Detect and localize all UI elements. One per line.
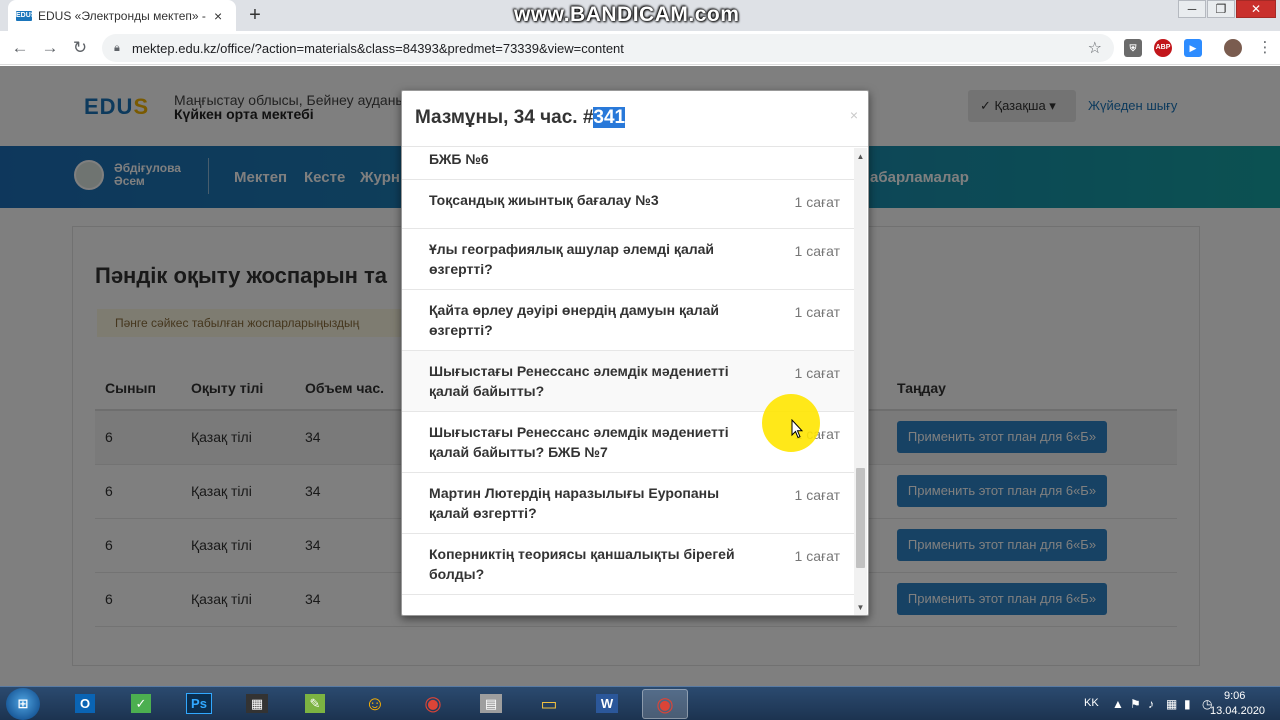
outlook-icon: O <box>74 694 96 713</box>
action-center-icon[interactable]: ⚑ <box>1130 697 1141 711</box>
browser-tabbar: EDUS EDUS «Электронды мектеп» - К × + ww… <box>0 0 1280 31</box>
modal-title: Мазмұны, 34 час. #341 <box>415 107 626 129</box>
lesson-title: Ұлы географиялық ашулар әлемді қалай өзг… <box>429 241 715 277</box>
modal-header: Мазмұны, 34 час. #341 × <box>402 91 868 147</box>
modal-title-selected: 341 <box>593 107 626 128</box>
list-item[interactable]: Мартин Лютердің наразылығы Еуропаны қала… <box>402 473 856 534</box>
lesson-title: Тоқсандық жиынтық бағалау №3 <box>429 192 659 208</box>
recording-watermark: www.BANDICAM.com <box>514 3 740 26</box>
list-item[interactable]: БЖБ №6 <box>402 148 856 180</box>
modal-title-text: Мазмұны, 34 час. # <box>415 107 594 128</box>
outlook-taskbar-icon[interactable]: O <box>62 689 108 719</box>
window-close-button[interactable]: ✕ <box>1236 0 1276 18</box>
reload-icon[interactable]: ↻ <box>69 37 91 59</box>
lesson-title: Мартин Лютердің наразылығы Еуропаны қала… <box>429 485 720 521</box>
modal-body: БЖБ №6 Тоқсандық жиынтық бағалау №3 1 са… <box>402 148 856 615</box>
adblock-extension-icon[interactable]: ABP <box>1154 39 1172 57</box>
network-icon[interactable]: ▦ <box>1166 697 1177 711</box>
word-taskbar-icon[interactable]: W <box>584 689 630 719</box>
maps-taskbar-icon[interactable]: ✓ <box>118 689 164 719</box>
scrollbar-thumb[interactable] <box>856 468 865 568</box>
edus-favicon-icon: EDUS <box>16 10 36 21</box>
lesson-hours: 1 сағат <box>794 304 840 320</box>
profile-avatar-icon[interactable] <box>1224 39 1242 57</box>
chrome-icon: ◉ <box>424 693 442 715</box>
scroll-up-icon[interactable]: ▲ <box>854 150 867 163</box>
content-modal: Мазмұны, 34 час. #341 × БЖБ №6 Тоқсандық… <box>401 90 869 616</box>
browser-toolbar: ← → ↻ 🔒︎ mektep.edu.kz/office/?action=ma… <box>0 31 1280 65</box>
lesson-title: Қайта өрлеу дәуірі өнердің дамуын қалай … <box>429 302 720 338</box>
mouse-cursor-icon <box>791 419 803 439</box>
clock-time[interactable]: 9:06 <box>1224 690 1245 702</box>
explorer-taskbar-icon[interactable]: ▭ <box>526 689 572 719</box>
menu-dots-icon[interactable]: ⋮ <box>1254 37 1276 59</box>
new-tab-button[interactable]: + <box>244 5 266 27</box>
url-text[interactable]: mektep.edu.kz/office/?action=materials&c… <box>132 41 624 56</box>
restore-button[interactable]: ❐ <box>1207 0 1235 18</box>
zoom-extension-icon[interactable]: ▶ <box>1184 39 1202 57</box>
emoji-taskbar-icon[interactable]: ☺ <box>352 689 398 719</box>
chrome-taskbar-icon[interactable]: ◉ <box>410 689 456 719</box>
list-item[interactable]: Коперниктің теориясы қаншалықты бірегей … <box>402 534 856 595</box>
calculator-taskbar-icon[interactable]: ▤ <box>468 689 514 719</box>
start-button[interactable]: ⊞ <box>6 688 40 720</box>
window-controls: ─ ❐ ✕ <box>1177 0 1276 18</box>
browser-tab[interactable]: EDUS EDUS «Электронды мектеп» - К × <box>8 0 236 31</box>
maps-icon: ✓ <box>130 694 152 713</box>
tab-close-icon[interactable]: × <box>214 8 222 24</box>
back-icon[interactable]: ← <box>9 37 31 59</box>
windows-taskbar: ⊞ O ✓ Ps ▦ ✎ ☺ ◉ ▤ ▭ W ◉ KK ▲ ⚑ ♪ ▦ ▮ ◷ … <box>0 686 1280 720</box>
tray-expand-icon[interactable]: ▲ <box>1112 697 1124 711</box>
windows-logo-icon: ⊞ <box>17 696 29 711</box>
screen: EDUS EDUS «Электронды мектеп» - К × + ww… <box>0 0 1280 720</box>
word-icon: W <box>595 694 619 713</box>
leaf-icon: ✎ <box>304 694 326 713</box>
photoshop-taskbar-icon[interactable]: Ps <box>176 689 222 719</box>
calculator-icon: ▤ <box>479 694 503 713</box>
lesson-title: БЖБ №6 <box>429 151 489 167</box>
shield-extension-icon[interactable]: ⛨ <box>1124 39 1142 57</box>
volume-icon[interactable]: ♪ <box>1148 697 1154 711</box>
film-icon: ▦ <box>245 694 269 713</box>
lock-icon: 🔒︎ <box>114 41 120 54</box>
forward-icon[interactable]: → <box>39 37 61 59</box>
lesson-title: Коперниктің теориясы қаншалықты бірегей … <box>429 546 735 582</box>
folder-icon: ▭ <box>540 694 558 714</box>
chrome-icon: ◉ <box>656 694 674 716</box>
modal-scrollbar[interactable]: ▲ ▼ <box>854 148 867 615</box>
chrome-active-taskbar-icon[interactable]: ◉ <box>642 689 688 719</box>
photoshop-icon: Ps <box>186 693 212 714</box>
lesson-hours: 1 сағат <box>794 243 840 259</box>
emoji-icon: ☺ <box>364 693 386 715</box>
lesson-title: Шығыстағы Ренессанс әлемдік мәдениетті қ… <box>429 363 729 399</box>
input-language[interactable]: KK <box>1084 697 1099 709</box>
list-item[interactable]: Ұлы географиялық ашулар әлемді қалай өзг… <box>402 229 856 290</box>
address-bar[interactable]: 🔒︎ mektep.edu.kz/office/?action=material… <box>102 34 1114 62</box>
scroll-down-icon[interactable]: ▼ <box>854 601 867 614</box>
list-item[interactable]: Тоқсандық жиынтық бағалау №3 1 сағат <box>402 180 856 229</box>
leaf-taskbar-icon[interactable]: ✎ <box>292 689 338 719</box>
battery-icon[interactable]: ▮ <box>1184 697 1191 711</box>
film-taskbar-icon[interactable]: ▦ <box>234 689 280 719</box>
lesson-title: Шығыстағы Ренессанс әлемдік мәдениетті қ… <box>429 424 729 460</box>
modal-close-icon[interactable]: × <box>850 107 858 123</box>
clock-date[interactable]: 13.04.2020 <box>1210 705 1265 717</box>
lesson-hours: 1 сағат <box>794 365 840 381</box>
bookmark-star-icon[interactable]: ☆ <box>1088 38 1102 58</box>
list-item[interactable]: Қайта өрлеу дәуірі өнердің дамуын қалай … <box>402 290 856 351</box>
lesson-hours: 1 сағат <box>794 194 840 210</box>
lesson-list: БЖБ №6 Тоқсандық жиынтық бағалау №3 1 са… <box>402 148 856 595</box>
tab-title: EDUS «Электронды мектеп» - К <box>38 8 210 23</box>
lesson-hours: 1 сағат <box>794 487 840 503</box>
minimize-button[interactable]: ─ <box>1178 0 1206 18</box>
lesson-hours: 1 сағат <box>794 548 840 564</box>
